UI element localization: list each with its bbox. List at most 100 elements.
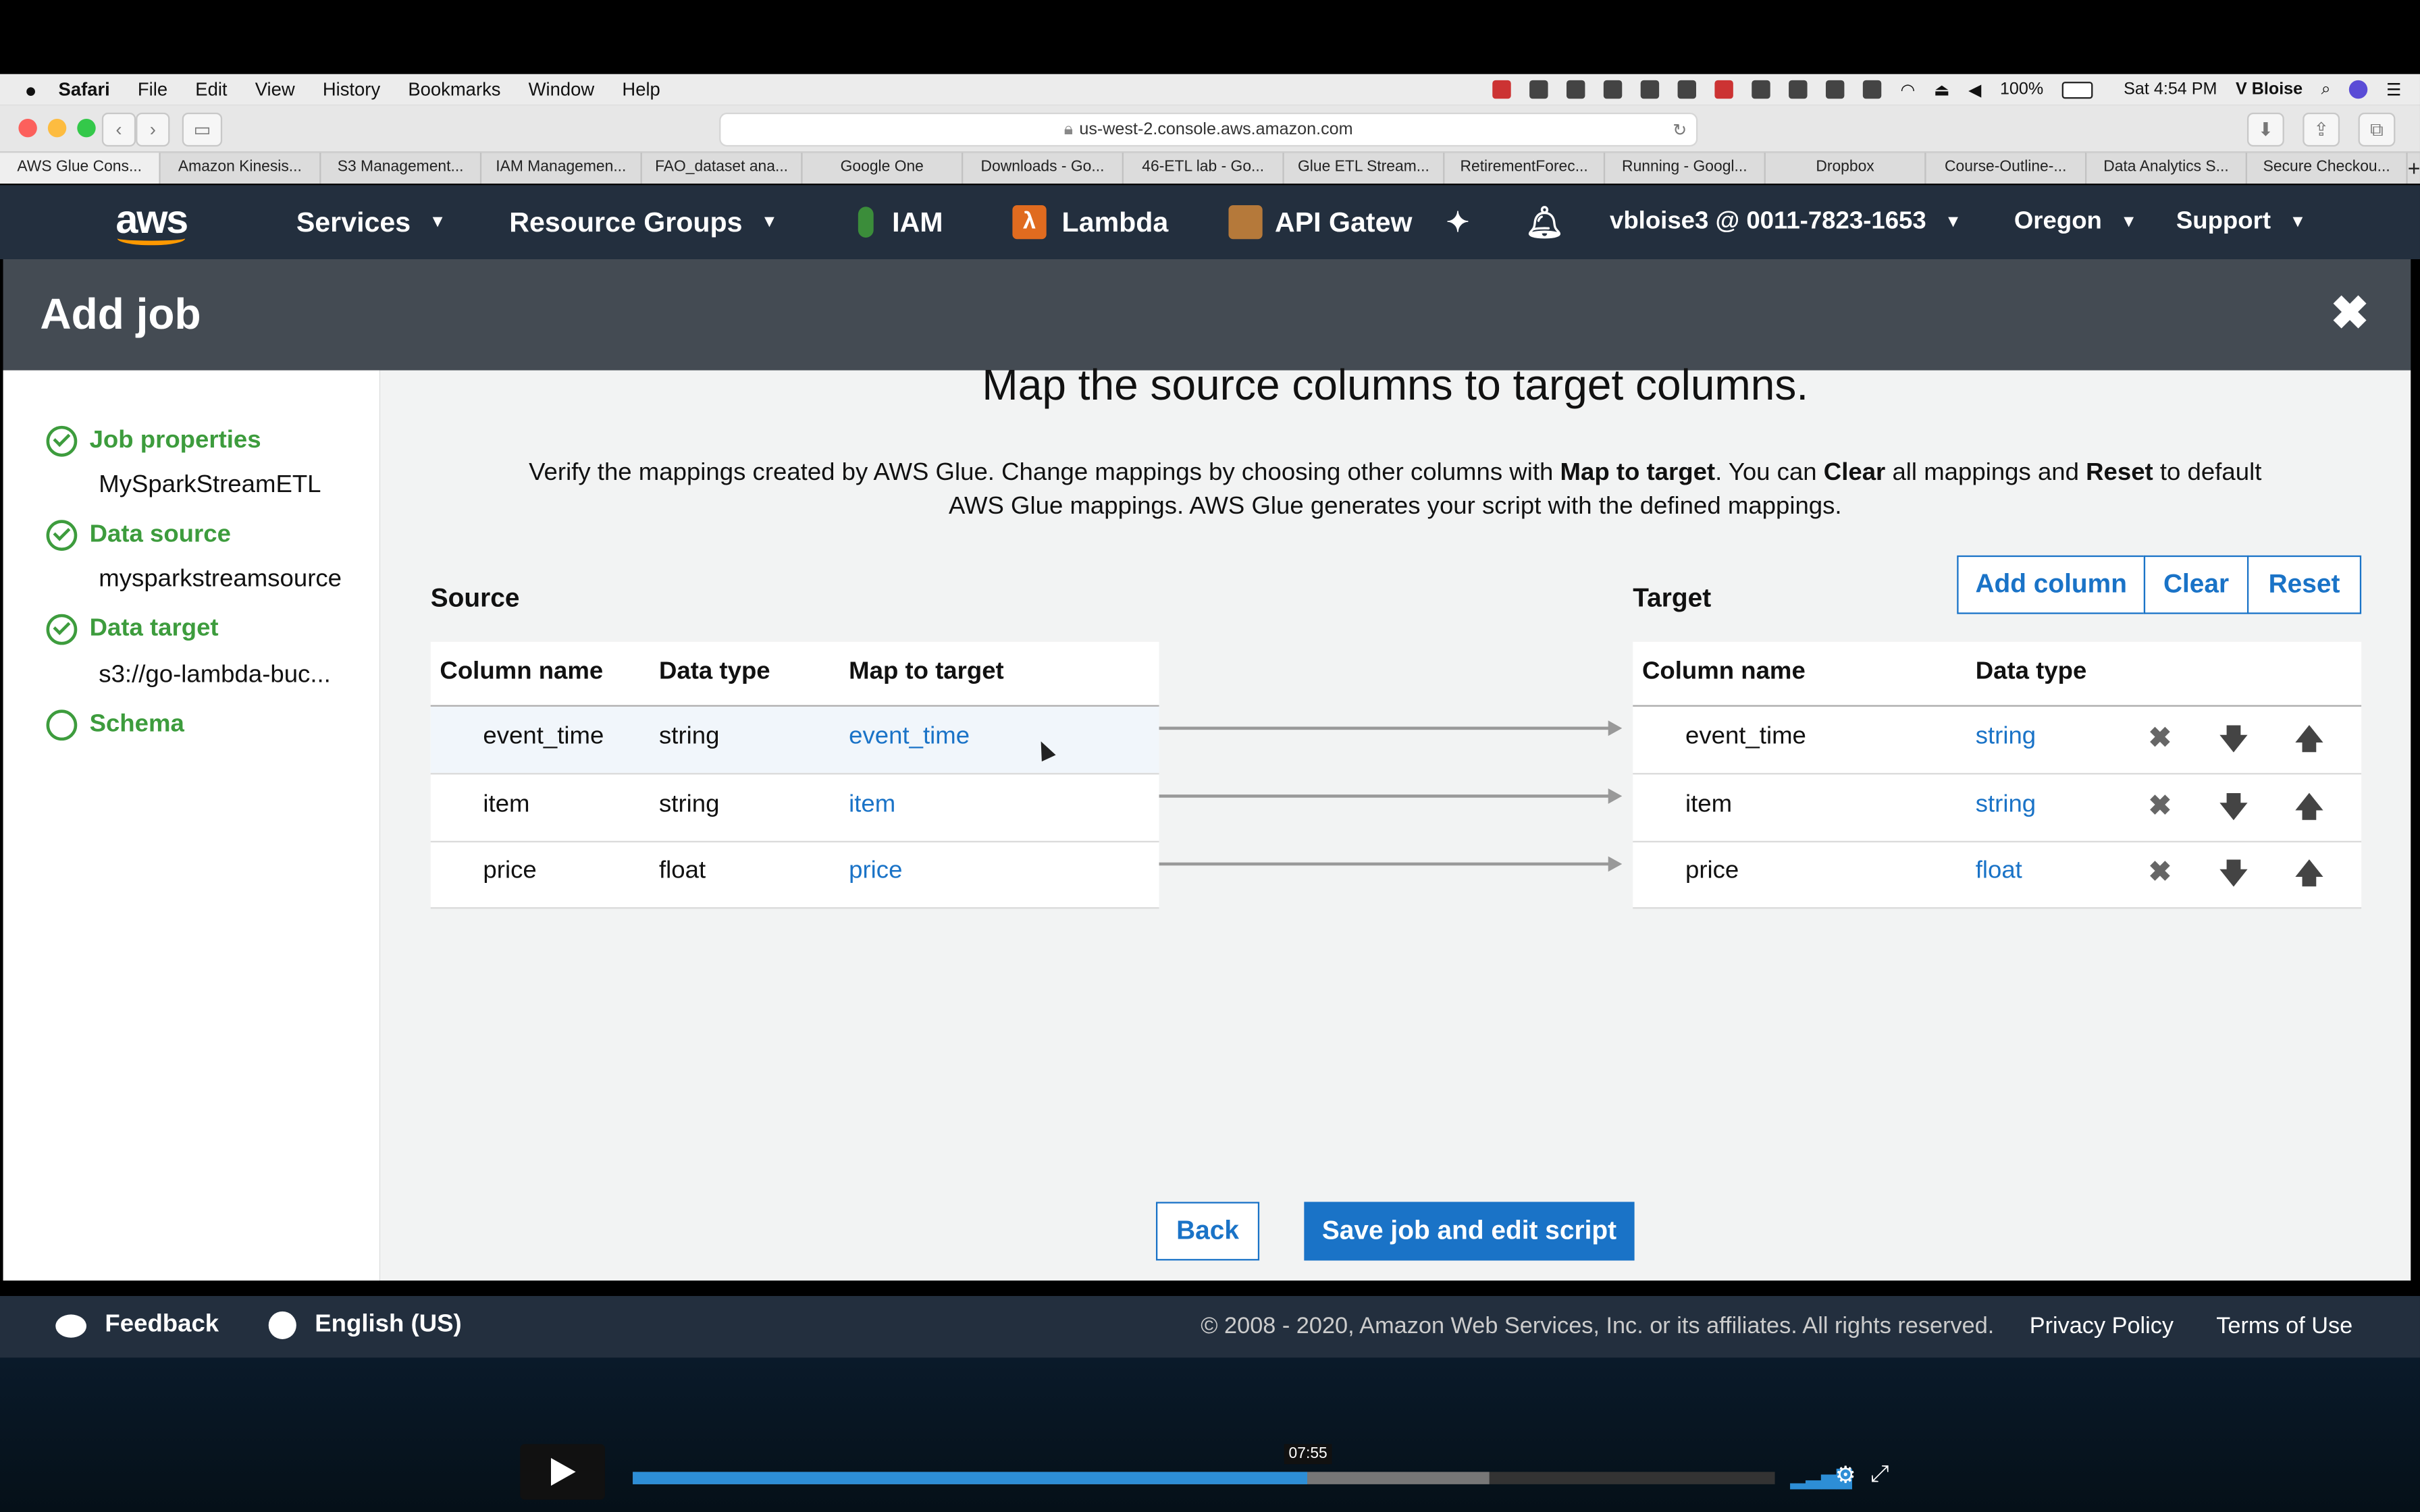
browser-tab[interactable]: 46-ETL lab - Go... — [1124, 153, 1284, 184]
volume-icon[interactable]: ◀ — [1968, 80, 1981, 99]
status-app-icon[interactable] — [1715, 80, 1734, 99]
save-job-button[interactable]: Save job and edit script — [1304, 1202, 1635, 1261]
browser-tab[interactable]: Secure Checkou... — [2247, 153, 2408, 184]
services-menu[interactable]: Services ▼ — [296, 185, 446, 259]
browser-tab[interactable]: S3 Management... — [321, 153, 482, 184]
zoom-window-button[interactable] — [77, 118, 96, 138]
clear-button[interactable]: Clear — [2143, 555, 2249, 614]
pinned-iam[interactable]: IAM — [858, 185, 943, 259]
move-down-icon[interactable]: 🡇 — [2219, 788, 2248, 835]
battery-icon[interactable] — [2061, 80, 2093, 99]
remove-icon[interactable]: ✖ — [2149, 722, 2172, 755]
add-column-button[interactable]: Add column — [1957, 555, 2146, 614]
airplay-icon[interactable] — [1826, 80, 1845, 99]
account-menu[interactable]: vbloise3 @ 0011-7823-1653 ▼ — [1610, 185, 1962, 259]
browser-tab[interactable]: Downloads - Go... — [963, 153, 1124, 184]
clock[interactable]: Sat 4:54 PM — [2124, 80, 2217, 99]
fullscreen-icon[interactable]: ⤢ — [1870, 1461, 1889, 1488]
feedback-link[interactable]: Feedback — [55, 1312, 219, 1339]
step-data-target[interactable]: Data target — [46, 614, 219, 645]
back-button[interactable]: Back — [1155, 1202, 1260, 1261]
move-up-icon[interactable]: 🡅 — [2295, 788, 2323, 835]
eject-icon[interactable]: ⏏ — [1934, 80, 1950, 99]
move-up-icon[interactable]: 🡅 — [2295, 855, 2323, 901]
sidebar-toggle-icon[interactable]: ▭ — [182, 112, 223, 147]
status-app-icon[interactable] — [1678, 80, 1697, 99]
language-selector[interactable]: English (US) — [268, 1311, 462, 1339]
move-up-icon[interactable]: 🡅 — [2295, 720, 2323, 767]
pinned-lambda[interactable]: λ Lambda — [1012, 185, 1168, 259]
forward-nav-button[interactable]: › — [136, 112, 170, 147]
pinned-api-gateway[interactable]: API Gatew — [1228, 185, 1419, 259]
back-nav-button[interactable]: ‹ — [101, 112, 136, 147]
map-to-target-link[interactable]: event_time — [849, 724, 970, 751]
status-app-icon[interactable] — [1752, 80, 1771, 99]
target-type-link[interactable]: float — [1976, 858, 2022, 886]
browser-tab[interactable]: Amazon Kinesis... — [161, 153, 321, 184]
resource-groups-menu[interactable]: Resource Groups ▼ — [509, 185, 778, 259]
settings-icon[interactable]: ⚙ — [1835, 1461, 1856, 1489]
siri-icon[interactable] — [2349, 80, 2368, 99]
step-schema[interactable]: Schema — [46, 709, 184, 741]
menu-file[interactable]: File — [138, 79, 167, 101]
browser-tab[interactable]: Running - Googl... — [1605, 153, 1766, 184]
spotlight-icon[interactable]: ⌕ — [2321, 80, 2331, 100]
dropbox-icon[interactable] — [1529, 80, 1549, 99]
browser-tab[interactable]: FAO_dataset ana... — [642, 153, 803, 184]
browser-tab[interactable]: AWS Glue Cons... — [0, 153, 161, 184]
status-app-icon[interactable] — [1604, 80, 1623, 99]
play-button[interactable] — [520, 1444, 605, 1500]
menu-history[interactable]: History — [323, 79, 380, 101]
map-to-target-link[interactable]: price — [849, 858, 902, 886]
step-data-source[interactable]: Data source — [46, 520, 231, 551]
bluetooth-icon[interactable] — [1863, 80, 1883, 99]
remove-icon[interactable]: ✖ — [2149, 857, 2172, 889]
step-job-properties[interactable]: Job properties — [46, 425, 261, 457]
menu-window[interactable]: Window — [529, 79, 595, 101]
menu-edit[interactable]: Edit — [195, 79, 227, 101]
apple-icon[interactable]: ● — [25, 78, 37, 101]
terms-of-use-link[interactable]: Terms of Use — [2216, 1313, 2352, 1339]
close-window-button[interactable] — [18, 118, 37, 138]
wifi-icon[interactable]: ◠ — [1901, 80, 1916, 99]
browser-tab[interactable]: Course-Outline-... — [1926, 153, 2087, 184]
browser-tab[interactable]: RetirementForec... — [1444, 153, 1606, 184]
remove-icon[interactable]: ✖ — [2149, 790, 2172, 822]
reload-icon[interactable]: ↻ — [1673, 119, 1687, 139]
status-app-icon[interactable] — [1567, 80, 1586, 99]
target-type-link[interactable]: string — [1976, 792, 2036, 819]
reset-button[interactable]: Reset — [2246, 555, 2362, 614]
menu-help[interactable]: Help — [622, 79, 660, 101]
browser-tab[interactable]: Google One — [803, 153, 964, 184]
target-type-link[interactable]: string — [1976, 724, 2036, 751]
menu-view[interactable]: View — [255, 79, 295, 101]
menu-list-icon[interactable]: ☰ — [2386, 80, 2402, 99]
share-icon[interactable]: ⇪ — [2303, 112, 2340, 147]
bell-icon[interactable]: 🔔︎ — [1525, 185, 1564, 259]
move-down-icon[interactable]: 🡇 — [2219, 855, 2248, 901]
privacy-policy-link[interactable]: Privacy Policy — [2030, 1313, 2174, 1339]
new-tab-button[interactable]: + — [2408, 153, 2420, 184]
user-name[interactable]: V Bloise — [2236, 80, 2303, 99]
downloads-icon[interactable]: ⬇ — [2246, 112, 2284, 147]
browser-tab[interactable]: Glue ETL Stream... — [1284, 153, 1445, 184]
address-bar[interactable]: 🔒︎ us-west-2.console.aws.amazon.com ↻ — [719, 112, 1698, 147]
status-app-icon[interactable] — [1493, 80, 1512, 99]
time-machine-icon[interactable] — [1789, 80, 1808, 99]
pin-icon[interactable]: ✦ — [1446, 185, 1469, 259]
browser-tab[interactable]: IAM Managemen... — [481, 153, 642, 184]
browser-tab[interactable]: Dropbox — [1766, 153, 1926, 184]
cloud-icon[interactable] — [1641, 80, 1660, 99]
video-progress-track[interactable] — [633, 1472, 1775, 1484]
close-icon[interactable]: ✖ — [2330, 287, 2369, 341]
map-to-target-link[interactable]: item — [849, 792, 895, 819]
tabs-overview-icon[interactable]: ⧉ — [2358, 112, 2396, 147]
menu-safari[interactable]: Safari — [59, 79, 110, 101]
region-menu[interactable]: Oregon ▼ — [2014, 185, 2137, 259]
browser-tab[interactable]: Data Analytics S... — [2086, 153, 2247, 184]
aws-logo[interactable]: aws — [115, 185, 188, 259]
menu-bookmarks[interactable]: Bookmarks — [408, 79, 500, 101]
minimize-window-button[interactable] — [47, 118, 67, 138]
support-menu[interactable]: Support ▼ — [2176, 185, 2306, 259]
move-down-icon[interactable]: 🡇 — [2219, 720, 2248, 767]
